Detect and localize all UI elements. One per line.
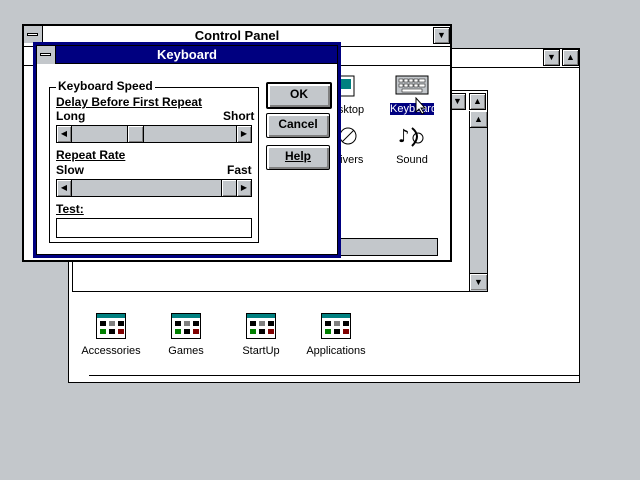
keyboard-label[interactable]: Keyboard	[390, 103, 434, 115]
keyboard-icon[interactable]	[394, 72, 430, 98]
keyboard-dialog-titlebar[interactable]: Keyboard	[37, 46, 337, 64]
sound-icon[interactable]: ♪	[396, 122, 428, 150]
startup-group-icon[interactable]	[246, 313, 276, 339]
repeat-left-arrow-icon[interactable]: ◀	[57, 180, 72, 196]
keyboard-dialog: Keyboard Keyboard Speed Delay Before Fir…	[33, 42, 341, 258]
applications-label[interactable]: Applications	[302, 345, 370, 357]
repeat-label: Repeat Rate	[56, 148, 125, 162]
mouse-cursor-icon	[415, 96, 427, 115]
delay-min-label: Long	[56, 109, 86, 123]
keyboard-dialog-frame: Keyboard Keyboard Speed Delay Before Fir…	[36, 45, 338, 255]
games-group-icon[interactable]	[171, 313, 201, 339]
accessories-group-icon[interactable]	[96, 313, 126, 339]
control-panel-hscroll[interactable]	[338, 238, 438, 256]
ok-button[interactable]: OK	[266, 82, 332, 109]
repeat-min-label: Slow	[56, 163, 85, 177]
main-vertical-scrollbar[interactable]: ▲ ▼	[469, 111, 487, 291]
keyboard-dialog-title: Keyboard	[157, 47, 217, 62]
repeat-label-text: Repeat Rate	[56, 148, 126, 162]
delay-slider[interactable]: ◀ ▶	[56, 125, 252, 143]
maximize-button[interactable]: ▲	[562, 49, 579, 66]
delay-right-arrow-icon[interactable]: ▶	[236, 126, 251, 142]
scroll-down-icon[interactable]: ▼	[470, 273, 487, 290]
applications-group-icon[interactable]	[321, 313, 351, 339]
delay-label: Delay Before First Repeat	[56, 95, 203, 109]
test-input[interactable]	[56, 218, 252, 238]
startup-label[interactable]: StartUp	[234, 345, 288, 357]
accessories-label[interactable]: Accessories	[80, 345, 142, 357]
repeat-slider[interactable]: ◀ ▶	[56, 179, 252, 197]
program-manager-separator	[89, 375, 579, 376]
main-maximize-button[interactable]: ▲	[469, 93, 486, 110]
help-button[interactable]: Help	[266, 145, 330, 170]
repeat-right-arrow-icon[interactable]: ▶	[236, 180, 251, 196]
sound-label[interactable]: Sound	[388, 154, 436, 166]
cancel-button[interactable]: Cancel	[266, 113, 330, 138]
delay-left-arrow-icon[interactable]: ◀	[57, 126, 72, 142]
test-label: Test:	[56, 202, 84, 216]
keyboard-speed-title: Keyboard Speed	[56, 79, 155, 93]
repeat-max-label: Fast	[227, 163, 252, 177]
delay-slider-thumb[interactable]	[127, 126, 144, 142]
delay-max-label: Short	[223, 109, 255, 123]
games-label[interactable]: Games	[160, 345, 212, 357]
control-panel-title: Control Panel	[194, 28, 280, 43]
control-panel-minimize-button[interactable]: ▼	[433, 27, 450, 44]
svg-text:♪: ♪	[398, 126, 410, 147]
scroll-up-icon[interactable]: ▲	[470, 111, 487, 128]
minimize-button[interactable]: ▼	[543, 49, 560, 66]
